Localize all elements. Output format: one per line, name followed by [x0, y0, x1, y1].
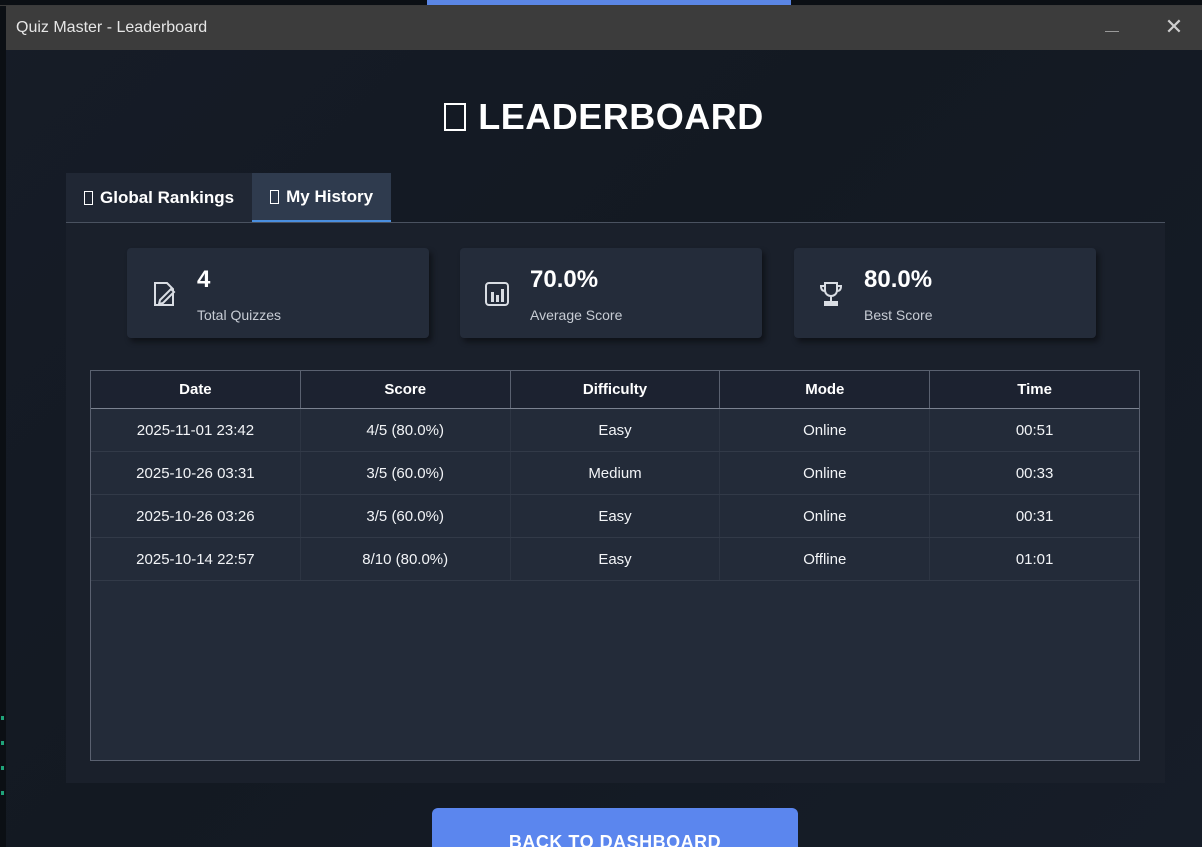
page-title-text: LEADERBOARD: [478, 96, 764, 137]
cell-date: 2025-10-14 22:57: [91, 538, 301, 580]
cell-score: 4/5 (80.0%): [301, 409, 511, 451]
tab-global-rankings[interactable]: Global Rankings: [66, 173, 253, 223]
stat-card-best-score: 80.0% Best Score: [794, 248, 1096, 338]
minimize-icon: [1105, 30, 1119, 32]
trophy-icon: [819, 282, 843, 306]
cell-mode: Offline: [720, 538, 931, 580]
table-row[interactable]: 2025-11-01 23:42 4/5 (80.0%) Easy Online…: [91, 409, 1139, 452]
cell-date: 2025-10-26 03:26: [91, 495, 301, 537]
cell-time: 00:33: [1015, 464, 1054, 482]
stat-label: Total Quizzes: [197, 307, 282, 323]
cell-date: 2025-10-26 03:31: [91, 452, 301, 494]
page-title: LEADERBOARD: [6, 96, 1202, 138]
cell-score: 3/5 (60.0%): [301, 495, 511, 537]
history-table: Date Score Difficulty Mode Time 2025-11-…: [90, 370, 1140, 761]
column-header-score[interactable]: Score: [301, 371, 511, 408]
table-row[interactable]: 2025-10-26 03:31 3/5 (60.0%) Medium Onli…: [91, 452, 1139, 495]
tab-my-history[interactable]: My History: [252, 173, 392, 223]
stat-card-total-quizzes: 4 Total Quizzes: [127, 248, 429, 338]
cell-score: 8/10 (80.0%): [301, 538, 511, 580]
trophy-icon: [444, 103, 467, 131]
cell-time: 00:31: [1015, 507, 1054, 525]
column-header-date[interactable]: Date: [91, 371, 301, 408]
cell-time: 00:51: [1015, 421, 1054, 439]
background-button-edge: [427, 0, 791, 5]
window-titlebar[interactable]: Quiz Master - Leaderboard ✕: [6, 6, 1202, 50]
tab-bar: Global Rankings My History: [66, 173, 392, 223]
back-to-dashboard-button[interactable]: BACK TO DASHBOARD: [432, 808, 798, 847]
stat-value: 4: [197, 266, 211, 293]
globe-icon: [84, 191, 93, 205]
column-header-mode[interactable]: Mode: [720, 371, 931, 408]
cell-difficulty: Easy: [511, 495, 721, 537]
cell-mode: Online: [720, 495, 931, 537]
cell-time: 01:01: [1015, 550, 1054, 568]
background-mark: [1, 766, 4, 770]
close-button[interactable]: ✕: [1160, 12, 1188, 42]
cell-difficulty: Medium: [511, 452, 721, 494]
cell-mode: Online: [720, 409, 931, 451]
stat-card-average-score: 70.0% Average Score: [460, 248, 762, 338]
cell-date: 2025-11-01 23:42: [91, 409, 301, 451]
stat-label: Average Score: [530, 307, 623, 323]
table-row[interactable]: 2025-10-14 22:57 8/10 (80.0%) Easy Offli…: [91, 538, 1139, 581]
table-row[interactable]: 2025-10-26 03:26 3/5 (60.0%) Easy Online…: [91, 495, 1139, 538]
column-header-time[interactable]: Time: [930, 371, 1139, 408]
stat-value: 70.0%: [530, 266, 599, 293]
history-icon: [270, 189, 280, 204]
bar-chart-icon: [485, 282, 509, 306]
cell-mode: Online: [720, 452, 931, 494]
column-header-difficulty[interactable]: Difficulty: [511, 371, 721, 408]
history-panel: 4 Total Quizzes 70.0% Average Score 80.0…: [66, 223, 1165, 783]
cell-difficulty: Easy: [511, 409, 721, 451]
cell-difficulty: Easy: [511, 538, 721, 580]
edit-note-icon: [154, 282, 176, 306]
leaderboard-window: Quiz Master - Leaderboard ✕ LEADERBOARD …: [6, 6, 1202, 847]
minimize-button[interactable]: [1098, 14, 1126, 42]
stat-value: 80.0%: [864, 266, 933, 293]
tab-label: Global Rankings: [100, 188, 235, 207]
window-title: Quiz Master - Leaderboard: [16, 19, 208, 36]
background-mark: [1, 791, 4, 795]
cell-score: 3/5 (60.0%): [301, 452, 511, 494]
background-mark: [1, 716, 4, 720]
table-header: Date Score Difficulty Mode Time: [91, 371, 1139, 409]
background-mark: [1, 741, 4, 745]
tab-label: My History: [286, 186, 374, 206]
stat-label: Best Score: [864, 307, 933, 323]
